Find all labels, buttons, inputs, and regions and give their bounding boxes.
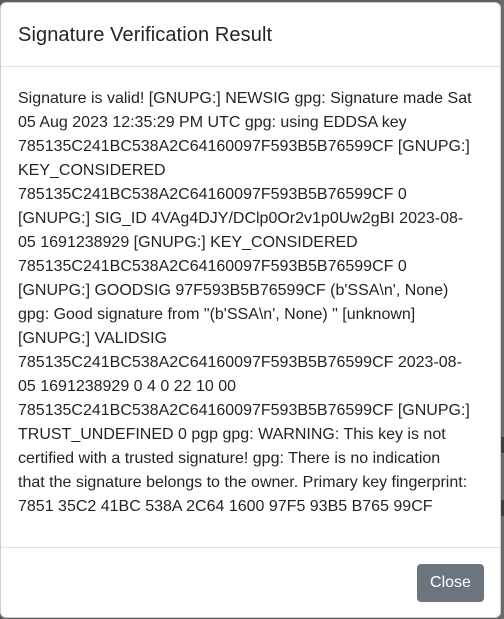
result-line: 05 1691238929 0 4 0 22 10 00 xyxy=(18,378,236,395)
close-button[interactable]: Close xyxy=(417,563,484,602)
result-line: 785135C241BC538A2C64160097F593B5B76599CF… xyxy=(18,258,407,275)
signature-verification-dialog: Signature Verification Result Signature … xyxy=(0,2,501,618)
result-line: Signature is valid! [GNUPG:] NEWSIG gpg:… xyxy=(18,90,472,107)
dialog-body: Signature is valid! [GNUPG:] NEWSIG gpg:… xyxy=(1,67,500,548)
result-line: TRUST_UNDEFINED 0 pgp gpg: WARNING: This… xyxy=(18,426,446,443)
result-line: 05 1691238929 [GNUPG:] KEY_CONSIDERED xyxy=(18,234,358,251)
result-line: 785135C241BC538A2C64160097F593B5B76599CF… xyxy=(18,186,407,203)
result-line: [GNUPG:] VALIDSIG xyxy=(18,330,168,347)
verification-result-text: Signature is valid! [GNUPG:] NEWSIG gpg:… xyxy=(18,87,483,519)
dialog-footer: Close xyxy=(1,548,500,617)
result-line: 785135C241BC538A2C64160097F593B5B76599CF… xyxy=(18,402,470,419)
dialog-title: Signature Verification Result xyxy=(18,24,273,46)
result-line: 05 Aug 2023 12:35:29 PM UTC gpg: using E… xyxy=(18,114,407,131)
result-line: 785135C241BC538A2C64160097F593B5B76599CF… xyxy=(18,354,462,371)
result-line: 7851 35C2 41BC 538A 2C64 1600 97F5 93B5 … xyxy=(18,498,433,515)
result-line: certified with a trusted signature! gpg:… xyxy=(18,450,441,467)
result-line: gpg: Good signature from "(b'SSA\n', Non… xyxy=(18,306,416,323)
dialog-header: Signature Verification Result xyxy=(1,3,500,67)
result-line: 785135C241BC538A2C64160097F593B5B76599CF… xyxy=(18,138,470,155)
result-line: that the signature belongs to the owner.… xyxy=(18,474,468,491)
result-line: [GNUPG:] SIG_ID 4VAg4DJY/DClp0Or2v1p0Uw2… xyxy=(18,210,464,227)
result-line: KEY_CONSIDERED xyxy=(18,162,166,179)
result-line: [GNUPG:] GOODSIG 97F593B5B76599CF (b'SSA… xyxy=(18,282,449,299)
